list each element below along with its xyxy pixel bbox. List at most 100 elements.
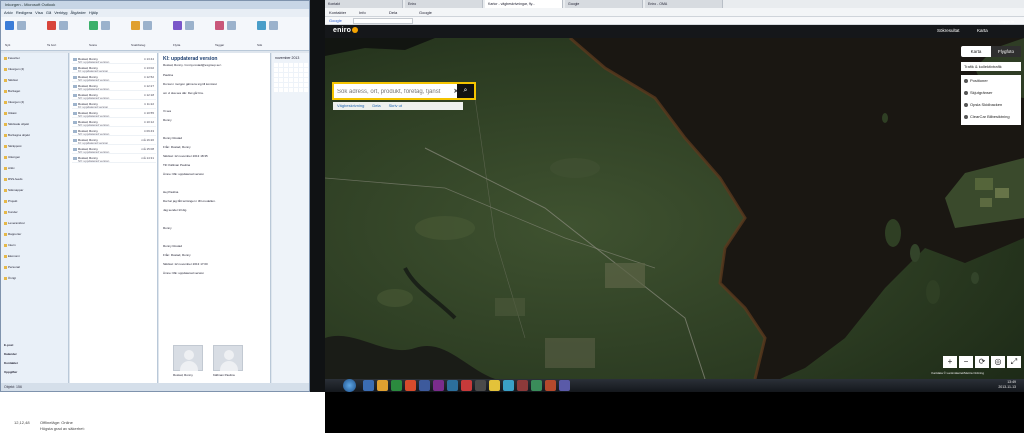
- ribbon-button[interactable]: [101, 21, 110, 30]
- ribbon-button[interactable]: [17, 21, 26, 30]
- browser-tab[interactable]: Kontakt: [325, 0, 403, 8]
- ribbon-button[interactable]: [59, 21, 68, 30]
- folder-item[interactable]: Intern: [4, 243, 16, 247]
- taskbar-app-icon[interactable]: [475, 380, 486, 391]
- ribbon-button[interactable]: [185, 21, 194, 30]
- layer-item[interactable]: Opsla Skidbacken: [964, 102, 1002, 107]
- browser-tab[interactable]: Eniro - OMA: [645, 0, 723, 8]
- calendar-day[interactable]: [284, 63, 288, 67]
- zoom-in-button[interactable]: +: [943, 356, 957, 368]
- locate-button[interactable]: ◎: [991, 356, 1005, 368]
- favorite-link[interactable]: Kontakter: [329, 9, 346, 16]
- calendar-day[interactable]: [304, 73, 308, 77]
- calendar-day[interactable]: [274, 83, 278, 87]
- calendar-day[interactable]: [289, 73, 293, 77]
- menu-item[interactable]: Arkiv: [4, 9, 13, 17]
- satellite-map[interactable]: ➤ ⌕ Vägbeskrivning Dela Skriv ut Karta F…: [325, 38, 1024, 379]
- browser-tab[interactable]: Kartor - vägbeskrivningar, fly...: [485, 0, 563, 8]
- login-link[interactable]: Logga in: [999, 19, 1014, 24]
- eniro-logo[interactable]: eniro: [333, 27, 359, 34]
- ribbon-button[interactable]: [5, 21, 14, 30]
- contact-avatar[interactable]: [173, 345, 203, 371]
- calendar-day[interactable]: [294, 63, 298, 67]
- calendar-day[interactable]: [279, 88, 283, 92]
- directions-link[interactable]: Vägbeskrivning: [337, 102, 364, 110]
- calendar-day[interactable]: [304, 68, 308, 72]
- calendar-day[interactable]: [284, 78, 288, 82]
- folder-item[interactable]: Favoriter: [4, 56, 20, 60]
- folder-item[interactable]: Personal: [4, 265, 20, 269]
- message-row[interactable]: Rostad, Ronny SV: uppdaterad version må 15…: [72, 147, 156, 154]
- message-row[interactable]: Rostad, Ronny SV: uppdaterad version må 14…: [72, 156, 156, 163]
- ribbon-button[interactable]: [269, 21, 278, 30]
- ribbon-button[interactable]: [47, 21, 56, 30]
- folder-item[interactable]: Utkorgen: [4, 155, 20, 159]
- search-button[interactable]: ⌕: [457, 84, 474, 98]
- message-row[interactable]: Rostad, Ronny KI: uppdaterad version må 16…: [72, 138, 156, 145]
- ribbon-button[interactable]: [131, 21, 140, 30]
- taskbar-app-icon[interactable]: [559, 380, 570, 391]
- calendar-day[interactable]: [279, 68, 283, 72]
- nav-button[interactable]: E-post: [4, 343, 13, 347]
- calendar-day[interactable]: [294, 88, 298, 92]
- calendar-day[interactable]: [299, 83, 303, 87]
- message-row[interactable]: Rostad, Ronny SV: uppdaterad version ti 10…: [72, 111, 156, 118]
- menu-item[interactable]: Åtgärder: [71, 9, 86, 17]
- calendar-day[interactable]: [274, 88, 278, 92]
- menu-item[interactable]: Visa: [35, 9, 43, 17]
- print-link[interactable]: Skriv ut: [389, 102, 402, 110]
- calendar-day[interactable]: [279, 83, 283, 87]
- folder-item[interactable]: Ekonomi: [4, 254, 20, 258]
- folder-item[interactable]: Inkorgen (4): [4, 67, 24, 71]
- map-type-karta[interactable]: Karta: [961, 46, 991, 57]
- message-row[interactable]: Rostad, Ronny SV: uppdaterad version ti 13…: [72, 57, 156, 64]
- browser-tab[interactable]: Eniro: [405, 0, 483, 8]
- calendar-day[interactable]: [299, 68, 303, 72]
- favorite-link[interactable]: Google: [419, 9, 432, 16]
- nav-button[interactable]: Kontakter: [4, 361, 18, 365]
- taskbar-app-icon[interactable]: [447, 380, 458, 391]
- folder-item[interactable]: Rapporter: [4, 232, 21, 236]
- map-search-input[interactable]: [337, 86, 449, 97]
- calendar-day[interactable]: [279, 73, 283, 77]
- folder-item[interactable]: Skickade objekt: [4, 122, 29, 126]
- calendar-day[interactable]: [299, 63, 303, 67]
- folder-item[interactable]: Inkorgen (4): [4, 100, 24, 104]
- ribbon-button[interactable]: [215, 21, 224, 30]
- menu-item[interactable]: Gå: [46, 9, 51, 17]
- calendar-day[interactable]: [274, 68, 278, 72]
- calendar-day[interactable]: [274, 78, 278, 82]
- calendar-day[interactable]: [289, 63, 293, 67]
- email-sender[interactable]: Rostad, Ronny <ronny.rostad@exgroup.se>: [163, 63, 222, 67]
- traffic-toggle[interactable]: Trafik & kollektivtrafik: [961, 62, 1021, 71]
- calendar-day[interactable]: [294, 68, 298, 72]
- browser-tab[interactable]: Google: [565, 0, 643, 8]
- folder-item[interactable]: Kunder: [4, 210, 18, 214]
- menu-item[interactable]: Hjälp: [89, 9, 98, 17]
- contact-avatar[interactable]: [213, 345, 243, 371]
- taskbar-app-icon[interactable]: [489, 380, 500, 391]
- taskbar-app-icon[interactable]: [433, 380, 444, 391]
- folder-item[interactable]: Borttaget: [4, 89, 20, 93]
- message-row[interactable]: Rostad, Ronny KI: uppdaterad version ti 13…: [72, 66, 156, 73]
- calendar-day[interactable]: [274, 73, 278, 77]
- taskbar-outlook-icon[interactable]: [419, 380, 430, 391]
- folder-item[interactable]: Borttagna objekt: [4, 133, 30, 137]
- taskbar-app-icon[interactable]: [517, 380, 528, 391]
- calendar-day[interactable]: [284, 83, 288, 87]
- message-row[interactable]: Rostad, Ronny SV: uppdaterad version ti 10…: [72, 120, 156, 127]
- taskbar-app-icon[interactable]: [545, 380, 556, 391]
- ribbon-button[interactable]: [143, 21, 152, 30]
- message-row[interactable]: Rostad, Ronny KI: uppdaterad version ti 11…: [72, 102, 156, 109]
- nav-button[interactable]: Uppgifter: [4, 370, 17, 374]
- calendar-day[interactable]: [304, 78, 308, 82]
- calendar-day[interactable]: [299, 88, 303, 92]
- message-row[interactable]: Rostad, Ronny SV: uppdaterad version ti 09…: [72, 129, 156, 136]
- reset-button[interactable]: ⟳: [975, 356, 989, 368]
- folder-item[interactable]: Utkast: [4, 111, 17, 115]
- start-button[interactable]: [343, 379, 356, 392]
- menu-item[interactable]: Verktyg: [54, 9, 67, 17]
- taskbar-app-icon[interactable]: [503, 380, 514, 391]
- ribbon-button[interactable]: [89, 21, 98, 30]
- calendar-day[interactable]: [304, 63, 308, 67]
